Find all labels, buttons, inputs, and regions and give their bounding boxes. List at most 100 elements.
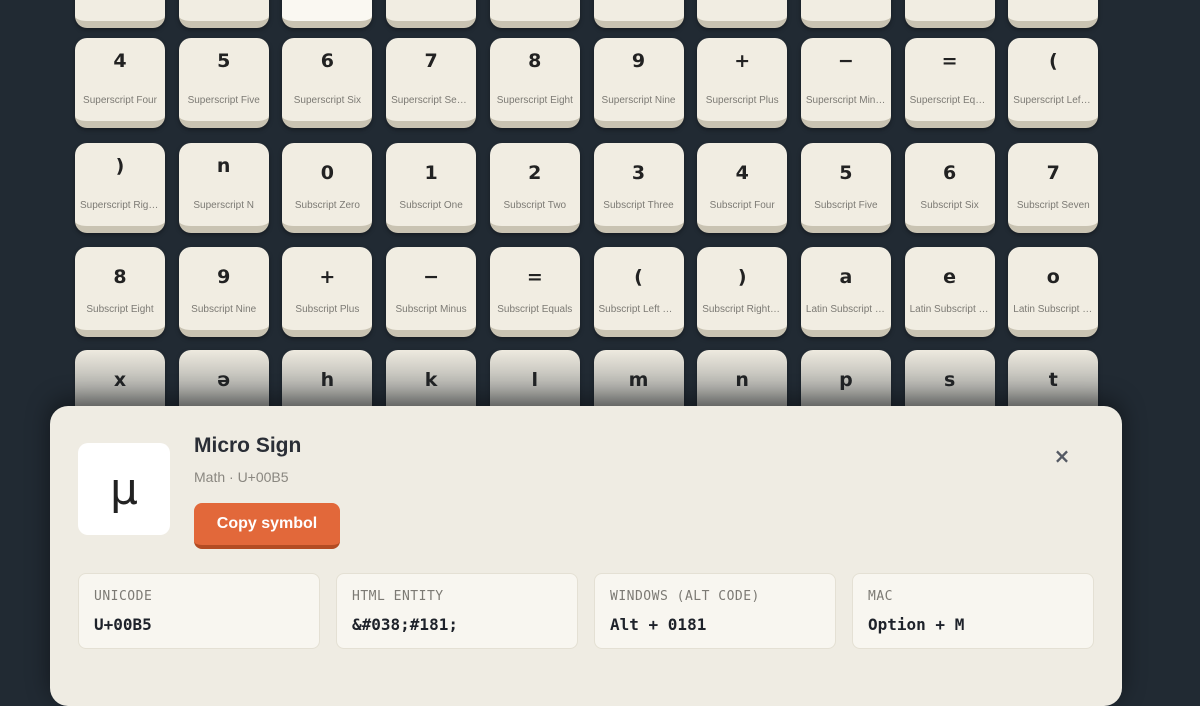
symbol-key-name: Subscript Left Parenthesis <box>598 304 679 315</box>
symbol-key-name: Superscript Eight <box>496 95 573 106</box>
symbol-key-name: Subscript Equals <box>497 304 573 315</box>
symbol-key[interactable]: o Latin Subscript Small Letter O <box>1008 247 1099 337</box>
symbol-key[interactable]: (Superscript Left Parenthesis <box>1008 38 1099 128</box>
symbol-key[interactable]: 8 Subscript Eight <box>75 247 165 337</box>
symbol-key-name: Subscript Six <box>920 200 979 211</box>
symbol-key-glyph: = <box>526 266 543 288</box>
symbol-key-name: Superscript Plus <box>705 95 779 106</box>
symbol-key-glyph: ( <box>1048 50 1058 72</box>
symbol-key[interactable]: n Superscript N <box>178 143 269 233</box>
symbol-key-name: Latin Subscript Small Letter A <box>805 304 886 315</box>
symbol-key-glyph: − <box>423 266 440 288</box>
symbol-key-name: Subscript Zero <box>294 200 360 211</box>
symbol-category-code: Math · U+00B5 <box>194 469 289 485</box>
symbol-key[interactable]: a Latin Subscript Small Letter A <box>800 247 891 337</box>
symbol-key[interactable]: 7 Superscript Seven <box>386 38 477 128</box>
code-card-label: UNICODE <box>94 589 153 604</box>
symbol-key[interactable]: Multiplication <box>697 0 788 28</box>
symbol-key-glyph: n <box>735 369 749 391</box>
code-card-windows-alt[interactable]: WINDOWS (ALT CODE) Alt + 0181 <box>594 573 836 649</box>
symbol-key-name: Superscript Nine <box>601 95 676 106</box>
symbol-key-name: Subscript One <box>399 200 463 211</box>
symbol-key-glyph: ) <box>115 155 125 177</box>
symbol-key-glyph: 9 <box>217 266 231 288</box>
code-card-value: Alt + 0181 <box>610 615 707 634</box>
symbol-key[interactable]: Plus or Minus <box>178 0 269 28</box>
symbol-key[interactable]: ) Subscript Right Parenthesis <box>697 247 788 337</box>
symbol-key[interactable]: 5 Subscript Five <box>800 143 891 233</box>
symbol-key[interactable]: Vulgar Fraction <box>386 0 477 28</box>
symbol-key-name: Subscript Eight <box>86 304 154 315</box>
code-card-label: HTML ENTITY <box>352 589 444 604</box>
symbol-key-name: Superscript N <box>193 200 254 211</box>
symbol-key-glyph: + <box>319 266 336 288</box>
code-card-label: MAC <box>868 589 893 604</box>
symbol-key-glyph: = <box>941 50 958 72</box>
symbol-key-glyph: 4 <box>113 50 127 72</box>
symbol-key[interactable]: 9 Superscript Nine <box>593 38 684 128</box>
symbol-key[interactable]: 5 Superscript Five <box>178 38 269 128</box>
symbol-key[interactable]: Middle Dot <box>282 0 373 28</box>
symbol-key-glyph: ) <box>737 266 747 288</box>
symbol-key[interactable]: 2 Subscript Two <box>489 143 580 233</box>
symbol-key[interactable]: = Subscript Equals <box>489 247 580 337</box>
symbol-key[interactable]: + Subscript Plus <box>282 247 373 337</box>
symbol-key-name: Subscript Two <box>503 200 567 211</box>
symbol-key-glyph: 9 <box>631 50 646 72</box>
symbol-key-glyph: 2 <box>528 162 542 184</box>
symbol-key-glyph: t <box>1048 369 1058 391</box>
symbol-key[interactable]: Degree <box>75 0 165 28</box>
symbol-preview: µ <box>78 443 170 535</box>
symbol-key[interactable]: e Latin Subscript Small Letter E <box>904 247 995 337</box>
symbol-key-glyph: 6 <box>320 50 334 72</box>
symbol-key-name: Superscript Six <box>293 95 362 106</box>
symbol-key-name: Superscript Minus <box>805 95 886 106</box>
symbol-key-name: Latin Subscript Small Letter O <box>1013 304 1093 315</box>
code-card-mac[interactable]: MAC Option + M <box>852 573 1094 649</box>
symbol-key-glyph: + <box>734 50 751 72</box>
symbol-key[interactable]: ) Superscript Right Parenthesis <box>75 143 165 233</box>
symbol-key[interactable]: 1 Subscript One <box>386 143 477 233</box>
symbol-key[interactable]: Superscript <box>1008 0 1099 28</box>
symbol-key[interactable]: − Subscript Minus <box>386 247 477 337</box>
symbol-key-name: Subscript Five <box>814 200 878 211</box>
symbol-key[interactable]: 4 Subscript Four <box>697 143 788 233</box>
code-card-value: &#038;#181; <box>352 615 458 634</box>
symbol-key[interactable]: − Superscript Minus <box>800 38 891 128</box>
symbol-key[interactable]: 9 Subscript Nine <box>178 247 269 337</box>
symbol-key[interactable]: 6 Subscript Six <box>904 143 995 233</box>
symbol-key[interactable]: + Superscript Plus <box>697 38 788 128</box>
symbol-key-glyph: s <box>943 369 956 391</box>
symbol-key-glyph: 1 <box>424 162 438 184</box>
symbol-key[interactable]: Division <box>800 0 891 28</box>
symbol-key-glyph: ə <box>217 369 231 391</box>
symbol-key-glyph: x <box>113 369 127 391</box>
symbol-key-name: Subscript Nine <box>191 304 257 315</box>
symbol-key-glyph: 7 <box>424 50 438 72</box>
symbol-key[interactable]: Vulgar Fraction <box>593 0 684 28</box>
symbol-key[interactable]: 0 Subscript Zero <box>282 143 373 233</box>
symbol-key-name: Superscript Five <box>187 95 260 106</box>
symbol-key-glyph: k <box>424 369 438 391</box>
symbol-key[interactable]: Superscript <box>904 0 995 28</box>
code-card-unicode[interactable]: UNICODE U+00B5 <box>78 573 320 649</box>
symbol-key-name: Subscript Four <box>709 200 775 211</box>
code-card-html-entity[interactable]: HTML ENTITY &#038;#181; <box>336 573 578 649</box>
symbol-key[interactable]: 7 Subscript Seven <box>1008 143 1099 233</box>
close-icon[interactable]: × <box>1050 444 1074 468</box>
symbol-key[interactable]: 3 Subscript Three <box>593 143 684 233</box>
symbol-key[interactable]: = Superscript Equals <box>904 38 995 128</box>
copy-symbol-button[interactable]: Copy symbol <box>194 503 340 549</box>
symbol-key[interactable]: (Subscript Left Parenthesis <box>593 247 684 337</box>
symbol-key[interactable]: 4 Superscript Four <box>75 38 165 128</box>
symbol-key-name: Superscript Right Parenthesis <box>80 200 160 211</box>
symbol-key[interactable]: 6 Superscript Six <box>282 38 373 128</box>
symbol-key-glyph: 3 <box>631 162 646 184</box>
symbol-glyph: µ <box>110 463 138 515</box>
symbol-key-name: Latin Subscript Small Letter E <box>909 304 990 315</box>
symbol-key-glyph: o <box>1046 266 1060 288</box>
symbol-key[interactable]: 8 Superscript Eight <box>489 38 580 128</box>
symbol-key[interactable]: One Half <box>489 0 580 28</box>
symbol-key-glyph: 5 <box>839 162 853 184</box>
symbol-key-glyph: 6 <box>942 162 957 184</box>
